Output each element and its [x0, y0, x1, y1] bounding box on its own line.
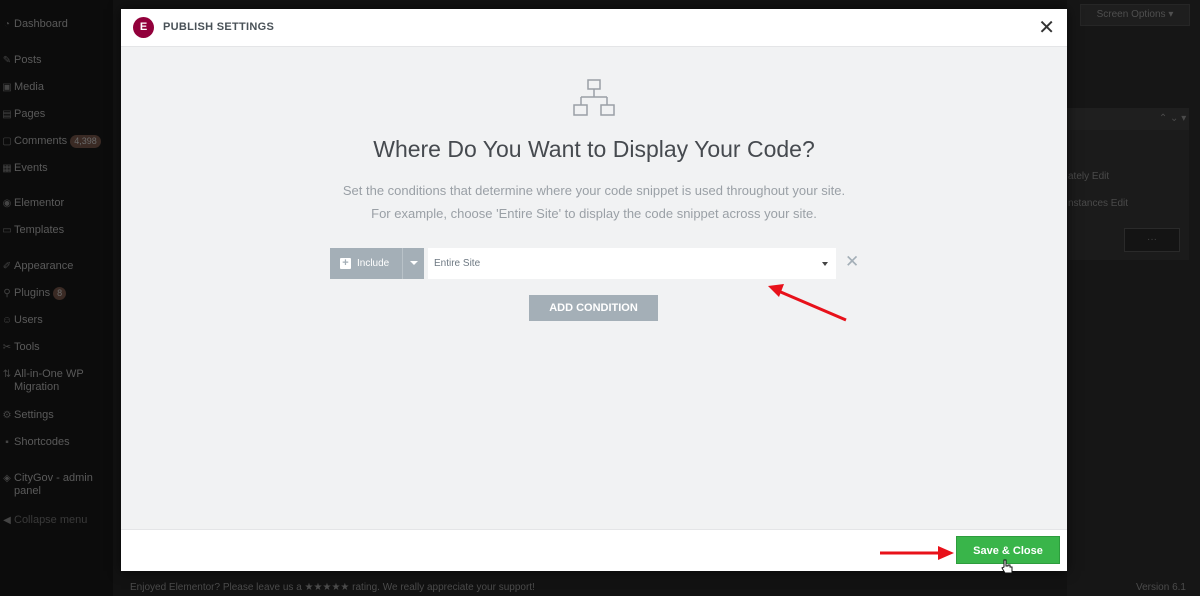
sidebar-collapse-menu[interactable]: ◀ Collapse menu — [0, 514, 113, 527]
comments-label: Comments — [14, 135, 68, 147]
plugin-icon: ⚲ — [3, 288, 11, 299]
sidebar-item-settings[interactable]: ⚙ Settings — [0, 409, 113, 422]
background-panel-header: ⌃ ⌄ ▾ — [1067, 108, 1189, 130]
background-content — [1067, 0, 1200, 596]
entire-site-select[interactable]: Entire Site — [428, 248, 836, 279]
hierarchy-icon — [573, 79, 615, 116]
include-dropdown[interactable]: + Include — [330, 248, 424, 279]
sidebar-item-migration[interactable]: ⇅ All-in-One WP Migration — [0, 368, 113, 394]
sidebar-item-posts[interactable]: ✎ Posts — [0, 54, 113, 67]
plugins-count-badge: 8 — [53, 287, 67, 300]
shortcode-icon: ▪ — [5, 437, 9, 448]
footer-version: Version 6.1 — [1135, 582, 1186, 593]
plus-icon: + — [340, 258, 351, 269]
caret-down-icon — [410, 261, 418, 265]
plugins-label: Plugins — [14, 287, 51, 299]
migration-icon: ⇅ — [2, 369, 12, 380]
sidebar-item-pages[interactable]: ▤ Pages — [0, 108, 113, 121]
sidebar-item-media[interactable]: ▣ Media — [0, 81, 113, 94]
wrench-icon: ✂ — [2, 342, 12, 353]
sidebar-item-appearance[interactable]: ✐ Appearance — [0, 260, 113, 273]
remove-condition-icon[interactable]: ✕ — [845, 252, 859, 272]
modal-description-line-1: Set the conditions that determine where … — [342, 183, 846, 198]
modal-heading: Where Do You Want to Display Your Code? — [373, 136, 815, 162]
admin-sidebar: ◔ Dashboard ✎ Posts ▣ Media ▤ Pages ▢ Comment… — [0, 0, 113, 596]
sidebar-item-comments[interactable]: ▢ Comments 4,398 — [0, 135, 113, 148]
screen-options-label: Screen Options — [1096, 9, 1166, 20]
annotation-arrow-icon — [880, 546, 954, 560]
calendar-icon: ▦ — [2, 163, 12, 174]
include-divider — [402, 248, 403, 279]
page-icon: ▤ — [2, 109, 12, 120]
collapse-icon: ◀ — [3, 515, 11, 526]
comment-icon: ▢ — [2, 136, 12, 147]
include-label: Include — [357, 258, 390, 269]
sidebar-item-templates[interactable]: ▭ Templates — [0, 224, 113, 237]
modal-title: PUBLISH SETTINGS — [163, 21, 275, 33]
dashboard-icon: ◔ — [3, 19, 11, 30]
modal-header: E PUBLISH SETTINGS ✕ — [121, 9, 1067, 47]
sidebar-item-events[interactable]: ▦ Events — [0, 162, 113, 175]
sidebar-item-shortcodes[interactable]: ▪ Shortcodes — [0, 436, 113, 449]
entire-site-value: Entire Site — [434, 258, 481, 269]
hand-cursor-icon — [1001, 559, 1013, 574]
publish-settings-modal: E PUBLISH SETTINGS ✕ Where Do You Want t… — [121, 9, 1067, 571]
footer-rating-text: Enjoyed Elementor? Please leave us a ★★★… — [130, 582, 535, 593]
folder-icon: ▭ — [2, 225, 12, 236]
user-icon: ☺ — [1, 315, 13, 326]
background-update-button: ··· — [1124, 228, 1180, 252]
panel-icon: ◈ — [3, 473, 11, 484]
background-text-2: nstances Edit — [1068, 198, 1129, 209]
modal-description-line-2: For example, choose 'Entire Site' to dis… — [371, 206, 817, 221]
add-condition-button[interactable]: ADD CONDITION — [529, 295, 658, 321]
media-icon: ▣ — [2, 82, 12, 93]
settings-icon: ⚙ — [2, 410, 12, 421]
sidebar-item-plugins[interactable]: ⚲ Plugins 8 — [0, 287, 113, 300]
elementor-icon: ◉ — [2, 198, 12, 209]
sidebar-item-dashboard[interactable]: ◔ Dashboard — [0, 18, 113, 31]
elementor-logo-icon: E — [133, 17, 154, 38]
brush-icon: ✐ — [2, 261, 12, 272]
caret-down-icon — [822, 262, 828, 266]
sidebar-item-tools[interactable]: ✂ Tools — [0, 341, 113, 354]
background-text-1: ately Edit — [1068, 171, 1110, 182]
sidebar-item-users[interactable]: ☺ Users — [0, 314, 113, 327]
pin-icon: ✎ — [2, 55, 12, 66]
sidebar-item-elementor[interactable]: ◉ Elementor — [0, 197, 113, 210]
close-icon[interactable]: ✕ — [1038, 15, 1055, 40]
annotation-arrow-icon — [768, 284, 847, 322]
comments-count-badge: 4,398 — [70, 135, 101, 148]
screen-options-button[interactable]: Screen Options ▾ — [1080, 4, 1190, 26]
sidebar-item-citygov[interactable]: ◈ CityGov - admin panel — [0, 472, 113, 498]
